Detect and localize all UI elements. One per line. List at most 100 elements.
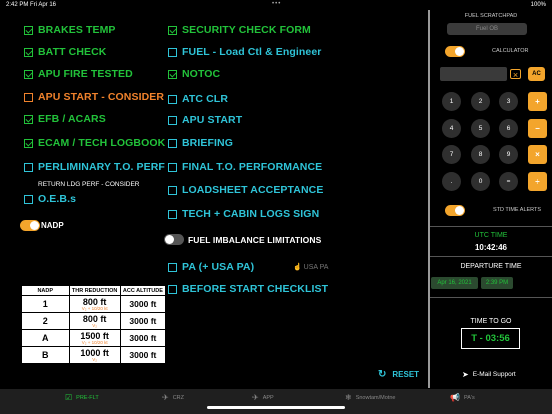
checklist-label: PA (+ USA PA) <box>182 261 255 273</box>
checklist-item-brakes-temp[interactable]: BRAKES TEMP <box>24 23 116 37</box>
checkbox-icon[interactable] <box>168 262 177 272</box>
checkbox-checked-icon[interactable] <box>24 69 33 79</box>
key-equals[interactable]: = <box>499 172 518 191</box>
checkbox-icon[interactable] <box>168 94 177 104</box>
calculator-toggle[interactable] <box>445 46 465 57</box>
checkbox-icon[interactable] <box>24 162 33 172</box>
std-time-alerts-toggle[interactable] <box>445 205 465 216</box>
checklist-item-notoc[interactable]: NOTOC <box>168 67 220 81</box>
checklist-item-preliminary-to-perf[interactable]: PERLIMINARY T.O. PERF <box>24 160 165 174</box>
checkbox-checked-icon[interactable] <box>24 25 33 35</box>
checkbox-icon[interactable] <box>168 209 177 219</box>
tab-label: PRE-FLT <box>76 394 99 401</box>
checklist-item-apu-start[interactable]: APU START <box>168 113 242 127</box>
checklist-item-fuel-load-ctl[interactable]: FUEL - Load Ctl & Engineer <box>168 45 322 59</box>
checkbox-checked-icon[interactable] <box>24 138 33 148</box>
tab-label: PA's <box>463 394 475 401</box>
checkbox-icon[interactable] <box>24 194 33 204</box>
tab-crz[interactable]: ✈ CRZ <box>162 393 184 402</box>
key-6[interactable]: 6 <box>499 119 518 138</box>
checklist-item-atc-clr[interactable]: ATC CLR <box>168 92 228 106</box>
nadp-id: 2 <box>21 312 70 330</box>
ac-button[interactable]: AC <box>528 67 545 81</box>
checkbox-icon[interactable] <box>168 47 177 57</box>
key-7[interactable]: 7 <box>442 145 461 164</box>
checkbox-icon[interactable] <box>168 284 177 294</box>
checkbox-checked-icon[interactable] <box>168 25 177 35</box>
checkbox-icon[interactable] <box>168 185 177 195</box>
section-divider <box>430 256 552 257</box>
megaphone-icon: 📢 <box>450 393 460 402</box>
checklist-label: BATT CHECK <box>38 46 107 58</box>
checklist-label: ECAM / TECH LOGBOOK <box>38 137 166 149</box>
acc-altitude: 3000 ft <box>119 295 167 313</box>
checklist-label: FINAL T.O. PERFORMANCE <box>182 161 323 173</box>
checklist-item-final-to-performance[interactable]: FINAL T.O. PERFORMANCE <box>168 160 322 174</box>
toggle-knob <box>455 206 464 215</box>
key-4[interactable]: 4 <box>442 119 461 138</box>
toggle-knob <box>30 221 39 230</box>
checkbox-icon[interactable] <box>168 115 177 125</box>
speed-note: V₂ + 10/20 kt <box>81 339 108 345</box>
plane-icon: ✈ <box>162 393 169 402</box>
checklist-item-oebs[interactable]: O.E.B.s <box>24 192 76 206</box>
fuel-ob-input[interactable]: Fuel OB <box>447 23 527 35</box>
checklist-item-efb-acars[interactable]: EFB / ACARS <box>24 112 106 126</box>
checklist-item-pa[interactable]: PA (+ USA PA) <box>168 260 254 274</box>
key-divide[interactable]: ÷ <box>528 172 547 191</box>
checklist-item-batt-check[interactable]: BATT CHECK <box>24 45 106 59</box>
speed-note: V₂ + 10/20 kt <box>81 305 108 311</box>
nadp-toggle[interactable] <box>20 220 40 231</box>
checklist-label: O.E.B.s <box>38 193 77 205</box>
checklist-item-security-check-form[interactable]: SECURITY CHECK FORM <box>168 23 311 37</box>
hand-pointer-icon: ☝ <box>293 264 304 271</box>
checklist-item-before-start[interactable]: BEFORE START CHECKLIST <box>168 282 328 296</box>
fuel-imbalance-label: FUEL IMBALANCE LIMITATIONS <box>188 235 322 245</box>
status-date: Fri Apr 16 <box>30 2 57 8</box>
checkbox-icon[interactable] <box>24 92 33 102</box>
tab-pre-flt[interactable]: ☑ PRE-FLT <box>65 393 99 402</box>
key-3[interactable]: 3 <box>499 92 518 111</box>
table-row: 2 800 ft V₂ 3000 ft <box>21 312 167 330</box>
reset-label: RESET <box>392 370 420 379</box>
key-9[interactable]: 9 <box>499 145 518 164</box>
home-indicator[interactable] <box>207 406 345 409</box>
checklist-label: SECURITY CHECK FORM <box>182 24 311 36</box>
key-decimal[interactable]: . <box>442 172 461 191</box>
usa-pa-link[interactable]: ☝ USA PA <box>293 263 328 271</box>
email-support-button[interactable]: ➤ E-Mail Support <box>462 370 516 379</box>
departure-time-picker[interactable]: 2:39 PM <box>481 277 513 289</box>
departure-date-picker[interactable]: Apr 16, 2021 <box>431 277 478 289</box>
nadp-table: NADP THR REDUCTION ACC ALTITUDE 1 800 ft… <box>21 285 167 364</box>
tab-pas[interactable]: 📢 PA's <box>450 393 475 402</box>
checklist-item-tech-cabin-logs[interactable]: TECH + CABIN LOGS SIGN <box>168 207 319 221</box>
checklist-item-apu-start-consider[interactable]: APU START - CONSIDER <box>24 90 164 104</box>
key-5[interactable]: 5 <box>471 119 490 138</box>
checkbox-icon[interactable] <box>168 162 177 172</box>
table-header: NADP <box>21 285 70 296</box>
section-divider <box>430 297 552 298</box>
fuel-scratchpad-title: FUEL SCRATCHPAD <box>464 13 518 19</box>
checklist-item-loadsheet-acceptance[interactable]: LOADSHEET ACCEPTANCE <box>168 183 323 197</box>
checklist-item-apu-fire-tested[interactable]: APU FIRE TESTED <box>24 67 133 81</box>
key-1[interactable]: 1 <box>442 92 461 111</box>
checklist-item-ecam-tech-logbook[interactable]: ECAM / TECH LOGBOOK <box>24 136 165 150</box>
table-row: 1 800 ft V₂ + 10/20 kt 3000 ft <box>21 295 167 313</box>
checkbox-checked-icon[interactable] <box>24 114 33 124</box>
tab-snowtam[interactable]: ❄ Snowtam/Motne <box>345 393 395 402</box>
checkbox-icon[interactable] <box>168 138 177 148</box>
backspace-icon[interactable]: × <box>510 69 521 80</box>
key-0[interactable]: 0 <box>471 172 490 191</box>
key-minus[interactable]: − <box>528 119 547 138</box>
tab-app[interactable]: ✈ APP <box>252 393 274 402</box>
key-multiply[interactable]: × <box>528 145 547 164</box>
key-8[interactable]: 8 <box>471 145 490 164</box>
checkbox-checked-icon[interactable] <box>168 69 177 79</box>
nadp-toggle-label: NADP <box>41 221 64 230</box>
key-plus[interactable]: + <box>528 92 547 111</box>
fuel-imbalance-toggle[interactable] <box>164 234 184 245</box>
checklist-item-briefing[interactable]: BRIEFING <box>168 136 233 150</box>
key-2[interactable]: 2 <box>471 92 490 111</box>
reset-button[interactable]: ↻ RESET <box>378 369 419 380</box>
checkbox-checked-icon[interactable] <box>24 47 33 57</box>
